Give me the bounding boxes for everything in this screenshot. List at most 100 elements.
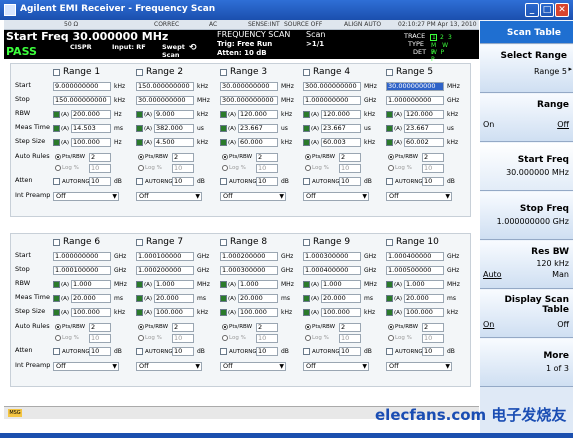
auto-checkbox[interactable]: [53, 281, 60, 288]
range-enable-checkbox[interactable]: [303, 69, 310, 76]
autorng-checkbox[interactable]: [386, 178, 393, 185]
range-stop-input[interactable]: 1.000400000: [303, 266, 361, 275]
range-meas-input[interactable]: 382.000: [154, 124, 194, 133]
int-preamp-select[interactable]: Off ▼: [220, 192, 286, 201]
range-rbw-input[interactable]: 120.000: [238, 110, 278, 119]
auto-checkbox[interactable]: [53, 309, 60, 316]
range-meas-input[interactable]: 20.000: [321, 294, 361, 303]
auto-checkbox[interactable]: [136, 125, 143, 132]
range-step-input[interactable]: 4.500: [154, 138, 194, 147]
range-start-input[interactable]: 30.000000000: [220, 82, 278, 91]
range-step-input[interactable]: 100.000: [238, 308, 278, 317]
range-stop-input[interactable]: 1.000200000: [136, 266, 194, 275]
log-radio[interactable]: [138, 165, 144, 171]
int-preamp-select[interactable]: Off ▼: [386, 362, 452, 371]
auto-checkbox[interactable]: [303, 111, 310, 118]
autorng-checkbox[interactable]: [220, 348, 227, 355]
res-bw-softkey[interactable]: Res BW 120 kHz Auto Man: [480, 240, 573, 289]
log-input[interactable]: 10: [172, 334, 194, 343]
autorng-checkbox[interactable]: [136, 348, 143, 355]
range-meas-input[interactable]: 20.000: [238, 294, 278, 303]
range-meas-input[interactable]: 23.667: [321, 124, 361, 133]
log-radio[interactable]: [222, 165, 228, 171]
log-radio[interactable]: [388, 165, 394, 171]
log-radio[interactable]: [55, 165, 61, 171]
range-enable-checkbox[interactable]: [386, 69, 393, 76]
range-step-input[interactable]: 60.002: [404, 138, 444, 147]
int-preamp-select[interactable]: Off ▼: [136, 362, 202, 371]
range-step-input[interactable]: 100.000: [321, 308, 361, 317]
auto-checkbox[interactable]: [136, 111, 143, 118]
range-meas-input[interactable]: 20.000: [404, 294, 444, 303]
log-radio[interactable]: [55, 335, 61, 341]
autorng-checkbox[interactable]: [386, 348, 393, 355]
auto-checkbox[interactable]: [53, 139, 60, 146]
auto-checkbox[interactable]: [136, 295, 143, 302]
range-stop-input[interactable]: 300.000000000: [220, 96, 278, 105]
autorng-checkbox[interactable]: [53, 348, 60, 355]
minimize-button[interactable]: _: [525, 3, 539, 17]
pts-rbw-radio[interactable]: [388, 324, 394, 330]
auto-checkbox[interactable]: [220, 281, 227, 288]
log-radio[interactable]: [222, 335, 228, 341]
autorng-checkbox[interactable]: [220, 178, 227, 185]
range-step-input[interactable]: 100.000: [71, 308, 111, 317]
close-button[interactable]: ✕: [555, 3, 569, 17]
range-start-input[interactable]: 300.000000000: [303, 82, 361, 91]
atten-input[interactable]: 10: [339, 347, 361, 356]
autorng-checkbox[interactable]: [303, 178, 310, 185]
range-enable-checkbox[interactable]: [303, 239, 310, 246]
range-rbw-input[interactable]: 9.000: [154, 110, 194, 119]
auto-checkbox[interactable]: [303, 139, 310, 146]
select-range-softkey[interactable]: Select Range Range 5 ▸: [480, 44, 573, 93]
pts-rbw-input[interactable]: 2: [256, 323, 278, 332]
pts-rbw-input[interactable]: 2: [172, 323, 194, 332]
auto-checkbox[interactable]: [386, 309, 393, 316]
range-stop-input[interactable]: 1.000100000: [53, 266, 111, 275]
auto-checkbox[interactable]: [386, 125, 393, 132]
autorng-checkbox[interactable]: [303, 348, 310, 355]
log-input[interactable]: 10: [256, 334, 278, 343]
range-rbw-input[interactable]: 1.000: [154, 280, 194, 289]
log-input[interactable]: 10: [256, 164, 278, 173]
range-stop-input[interactable]: 1.000300000: [220, 266, 278, 275]
log-radio[interactable]: [305, 165, 311, 171]
range-meas-input[interactable]: 23.667: [404, 124, 444, 133]
int-preamp-select[interactable]: Off ▼: [303, 362, 369, 371]
int-preamp-select[interactable]: Off ▼: [53, 362, 119, 371]
stop-freq-softkey[interactable]: Stop Freq 1.000000000 GHz: [480, 191, 573, 240]
range-step-input[interactable]: 60.000: [238, 138, 278, 147]
range-start-input[interactable]: 150.000000000: [136, 82, 194, 91]
maximize-button[interactable]: □: [540, 3, 554, 17]
auto-checkbox[interactable]: [53, 295, 60, 302]
msg-indicator[interactable]: MSG: [8, 409, 22, 417]
auto-checkbox[interactable]: [303, 125, 310, 132]
auto-checkbox[interactable]: [386, 281, 393, 288]
int-preamp-select[interactable]: Off ▼: [386, 192, 452, 201]
atten-input[interactable]: 10: [422, 177, 444, 186]
int-preamp-select[interactable]: Off ▼: [53, 192, 119, 201]
log-radio[interactable]: [388, 335, 394, 341]
display-scan-table-softkey[interactable]: Display Scan Table On Off: [480, 289, 573, 338]
log-input[interactable]: 10: [89, 334, 111, 343]
auto-checkbox[interactable]: [220, 295, 227, 302]
atten-input[interactable]: 10: [422, 347, 444, 356]
log-input[interactable]: 10: [422, 334, 444, 343]
range-start-input[interactable]: 1.000100000: [136, 252, 194, 261]
pts-rbw-input[interactable]: 2: [339, 153, 361, 162]
pts-rbw-radio[interactable]: [55, 324, 61, 330]
int-preamp-select[interactable]: Off ▼: [136, 192, 202, 201]
range-enable-checkbox[interactable]: [386, 239, 393, 246]
range-start-input[interactable]: 9.000000000: [53, 82, 111, 91]
pts-rbw-radio[interactable]: [222, 324, 228, 330]
range-rbw-input[interactable]: 120.000: [404, 110, 444, 119]
atten-input[interactable]: 10: [172, 177, 194, 186]
pts-rbw-radio[interactable]: [138, 154, 144, 160]
atten-input[interactable]: 10: [172, 347, 194, 356]
range-start-input[interactable]: 1.000300000: [303, 252, 361, 261]
range-rbw-input[interactable]: 200.000: [71, 110, 111, 119]
range-step-input[interactable]: 100.000: [71, 138, 111, 147]
auto-checkbox[interactable]: [303, 281, 310, 288]
pts-rbw-radio[interactable]: [138, 324, 144, 330]
log-radio[interactable]: [305, 335, 311, 341]
